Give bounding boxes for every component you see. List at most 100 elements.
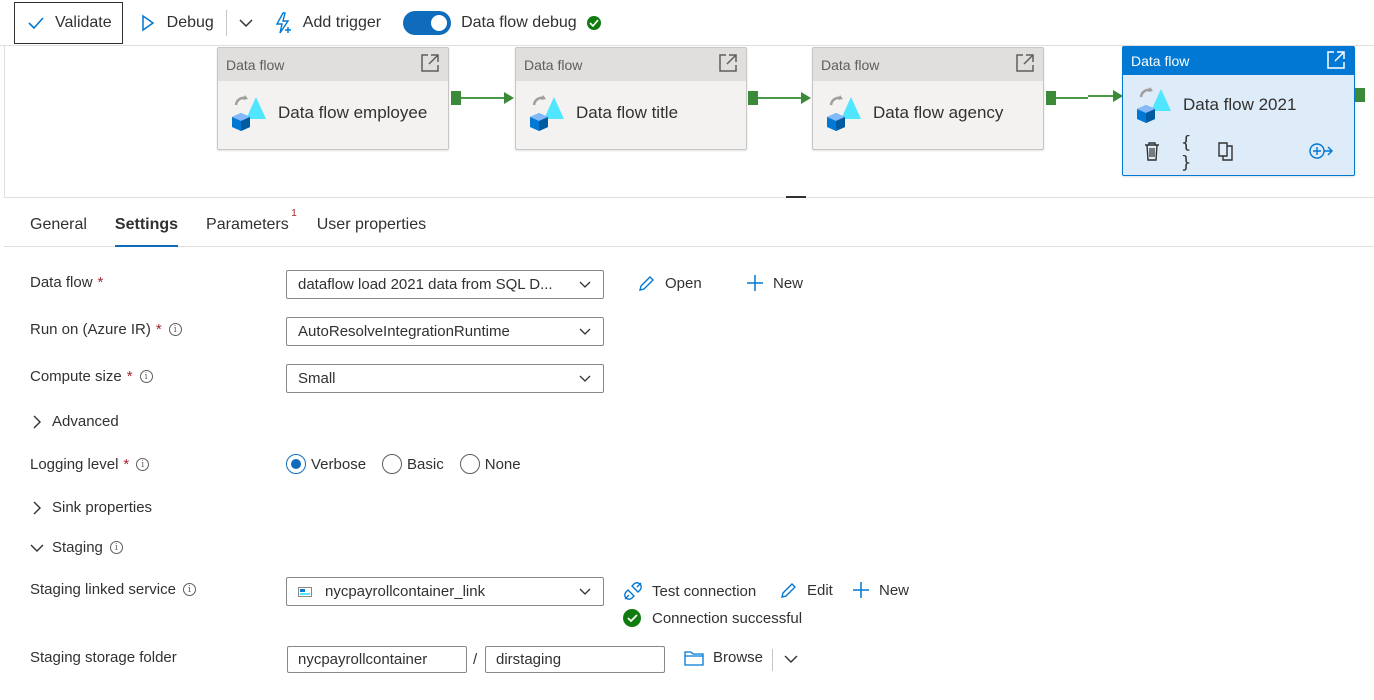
node-name: Data flow employee	[278, 103, 428, 122]
data-flow-icon	[1135, 85, 1173, 125]
debug-label: Debug	[166, 13, 214, 31]
staging-label: Staging	[52, 539, 103, 556]
node-body: Data flow employee	[218, 81, 448, 145]
data-flow-value: dataflow load 2021 data from SQL D...	[298, 276, 553, 293]
data-flow-select[interactable]: dataflow load 2021 data from SQL D...	[286, 270, 604, 299]
test-connection-label: Test connection	[652, 582, 757, 600]
pipeline-connector	[461, 97, 505, 99]
success-port[interactable]	[451, 91, 461, 105]
new-label: New	[773, 274, 804, 292]
validate-button[interactable]: Validate	[14, 1, 123, 44]
node-actions: { }	[1123, 133, 1354, 173]
required-marker: *	[97, 274, 104, 291]
code-icon[interactable]: { }	[1181, 133, 1196, 173]
success-port[interactable]	[1046, 91, 1056, 105]
pencil-icon	[637, 274, 656, 293]
info-icon[interactable]: i	[168, 323, 182, 336]
pipeline-connector	[1088, 95, 1114, 97]
debug-button[interactable]: Debug	[127, 3, 224, 43]
radio-none[interactable]: None	[459, 454, 521, 474]
add-trigger-button[interactable]: Add trigger	[263, 3, 391, 43]
pipeline-connector	[1056, 97, 1088, 99]
radio-button[interactable]	[382, 454, 403, 474]
plug-icon	[623, 581, 643, 601]
chevron-down-icon	[239, 16, 253, 30]
add-output-icon[interactable]	[1308, 141, 1334, 165]
radio-button[interactable]	[459, 454, 480, 474]
node-name: Data flow 2021	[1183, 95, 1297, 114]
radio-label: Basic	[407, 455, 444, 473]
browse-dropdown-button[interactable]	[784, 652, 798, 666]
chevron-down-icon	[578, 585, 592, 599]
success-check-icon	[586, 15, 601, 30]
lightning-icon	[273, 11, 295, 34]
success-port[interactable]	[1355, 88, 1365, 102]
plus-icon	[746, 274, 764, 292]
success-check-icon	[623, 609, 641, 627]
panel-resize-handle[interactable]	[786, 196, 806, 198]
new-data-flow-button[interactable]: New	[746, 274, 803, 292]
chevron-down-icon	[784, 652, 798, 666]
success-port[interactable]	[748, 91, 758, 105]
pipeline-connector	[758, 97, 802, 99]
compute-size-select[interactable]: Small	[286, 364, 604, 393]
connection-status-text: Connection successful	[652, 609, 803, 627]
compute-size-label: Compute size * i	[30, 368, 153, 385]
chevron-down-icon	[30, 541, 44, 555]
tab-user-properties[interactable]: User properties	[317, 216, 426, 246]
data-flow-icon	[825, 93, 863, 133]
info-icon[interactable]: i	[139, 370, 153, 383]
browse-button[interactable]: Browse	[684, 649, 763, 666]
sink-properties-expander[interactable]: Sink properties	[30, 499, 152, 516]
radio-basic[interactable]: Basic	[382, 454, 444, 474]
data-flow-debug-label: Data flow debug	[461, 13, 577, 31]
node-body: Data flow 2021	[1123, 75, 1354, 131]
advanced-expander[interactable]: Advanced	[30, 413, 119, 430]
activity-node[interactable]: Data flow Data flow employee	[217, 47, 449, 150]
staging-container-value: nycpayrollcontainer	[298, 651, 428, 668]
copy-icon[interactable]	[1216, 141, 1236, 165]
radio-button[interactable]	[286, 454, 306, 474]
connector-arrow	[801, 92, 811, 104]
staging-storage-folder-label: Staging storage folder	[30, 649, 177, 666]
node-body: Data flow agency	[813, 81, 1043, 145]
staging-container-input[interactable]: nycpayrollcontainer	[287, 646, 467, 673]
tab-parameters[interactable]: Parameters 1	[206, 208, 297, 246]
test-connection-button[interactable]: Test connection	[623, 581, 756, 601]
staging-linked-service-select[interactable]: nycpayrollcontainer_link	[286, 577, 604, 606]
activity-node[interactable]: Data flow Data flow agency	[812, 47, 1044, 150]
tab-settings[interactable]: Settings	[114, 216, 179, 247]
info-icon[interactable]: i	[136, 458, 150, 471]
staging-folder-input[interactable]: dirstaging	[485, 646, 665, 673]
sink-properties-label: Sink properties	[52, 499, 153, 516]
compute-size-value: Small	[298, 370, 336, 387]
node-type-label: Data flow	[1131, 53, 1190, 69]
advanced-label: Advanced	[52, 413, 119, 430]
debug-dropdown-button[interactable]	[229, 3, 263, 43]
open-external-icon[interactable]	[718, 53, 738, 76]
info-icon[interactable]: i	[109, 541, 123, 554]
run-on-select[interactable]: AutoResolveIntegrationRuntime	[286, 317, 604, 346]
data-flow-label: Data flow *	[30, 274, 103, 291]
staging-linked-service-value: nycpayrollcontainer_link	[325, 583, 486, 600]
activity-node[interactable]: Data flow Data flow title	[515, 47, 747, 150]
validate-label: Validate	[55, 13, 112, 31]
delete-icon[interactable]	[1143, 141, 1161, 165]
edit-linked-service-button[interactable]: Edit	[779, 581, 833, 600]
open-external-icon[interactable]	[1326, 50, 1346, 73]
open-external-icon[interactable]	[1015, 53, 1035, 76]
new-linked-service-button[interactable]: New	[852, 581, 909, 599]
data-flow-debug-toggle[interactable]	[403, 10, 452, 35]
open-external-icon[interactable]	[420, 53, 440, 76]
info-icon[interactable]: i	[182, 583, 196, 596]
pipeline-toolbar: Validate Debug Add trigger Data flow deb…	[0, 0, 1374, 46]
open-label: Open	[665, 275, 702, 292]
tab-general[interactable]: General	[30, 216, 87, 246]
radio-verbose[interactable]: Verbose	[286, 454, 366, 474]
open-data-flow-button[interactable]: Open	[637, 274, 702, 293]
logging-level-row: Logging level * i	[30, 456, 150, 473]
activity-node-selected[interactable]: Data flow Data flow 2021 { }	[1122, 46, 1355, 176]
staging-expander[interactable]: Staging i	[30, 539, 123, 556]
node-header: Data flow	[813, 48, 1043, 81]
pipeline-canvas[interactable]: Data flow Data flow employee Data flow D…	[4, 46, 1374, 198]
